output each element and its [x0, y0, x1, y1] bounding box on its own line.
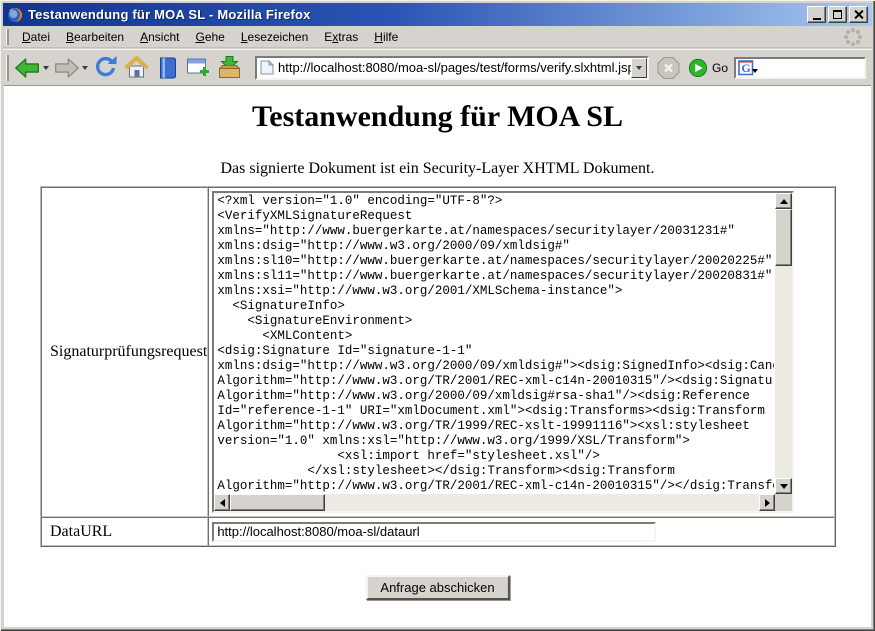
- minimize-icon: [813, 18, 821, 20]
- request-xml-content[interactable]: <?xml version="1.0" encoding="UTF-8"?> <…: [217, 194, 774, 493]
- arrow-left-icon: [220, 499, 225, 507]
- vertical-scroll-thumb[interactable]: [775, 209, 792, 266]
- table-row-dataurl: DataURL: [41, 517, 835, 546]
- go-button[interactable]: Go: [688, 58, 728, 78]
- dataurl-field-cell: [208, 517, 835, 546]
- downloads-button[interactable]: [216, 55, 243, 81]
- maximize-button[interactable]: [828, 6, 847, 23]
- scrollbar-corner: [775, 494, 792, 511]
- horizontal-scroll-thumb[interactable]: [230, 494, 325, 511]
- page-content: Testanwendung für MOA SL Das signierte D…: [4, 85, 871, 627]
- titlebar[interactable]: Testanwendung für MOA SL - Mozilla Firef…: [3, 3, 872, 26]
- go-label: Go: [712, 61, 728, 75]
- url-bar[interactable]: [255, 56, 649, 80]
- page-title: Testanwendung für MOA SL: [4, 100, 871, 134]
- google-icon: G: [738, 60, 754, 76]
- back-dropdown-icon[interactable]: [43, 66, 49, 70]
- menu-bar: Datei Bearbeiten Ansicht Gehe Lesezeiche…: [3, 26, 872, 48]
- reload-button[interactable]: [92, 55, 119, 81]
- stop-button[interactable]: [655, 55, 682, 81]
- page-subtitle: Das signierte Dokument ist ein Security-…: [4, 160, 871, 178]
- new-window-icon: [185, 55, 212, 81]
- chevron-down-icon: [636, 66, 642, 70]
- forward-dropdown-icon[interactable]: [82, 66, 88, 70]
- menu-ansicht[interactable]: Ansicht: [132, 27, 187, 47]
- scroll-right-button[interactable]: [759, 494, 775, 511]
- new-window-button[interactable]: [185, 55, 212, 81]
- horizontal-scrollbar[interactable]: [214, 494, 775, 511]
- back-button[interactable]: [14, 55, 49, 81]
- browser-window: Testanwendung für MOA SL - Mozilla Firef…: [0, 0, 875, 631]
- reload-icon: [92, 55, 119, 81]
- dataurl-label: DataURL: [41, 517, 208, 546]
- vertical-scrollbar[interactable]: [775, 193, 792, 494]
- throbber-icon: [842, 26, 864, 48]
- firefox-icon: [7, 7, 23, 23]
- svg-text:G: G: [741, 61, 750, 75]
- home-button[interactable]: [123, 55, 150, 81]
- minimize-button[interactable]: [807, 6, 826, 23]
- verify-form-table: Signaturprüfungsrequest <?xml version="1…: [40, 186, 836, 547]
- home-icon: [123, 55, 150, 81]
- window-title: Testanwendung für MOA SL - Mozilla Firef…: [28, 7, 801, 22]
- stop-icon: [655, 55, 682, 81]
- dataurl-input[interactable]: [212, 522, 656, 542]
- forward-icon: [53, 55, 80, 81]
- menu-extras[interactable]: Extras: [316, 27, 366, 47]
- table-row-request: Signaturprüfungsrequest <?xml version="1…: [41, 187, 835, 517]
- close-button[interactable]: [849, 6, 868, 23]
- request-xml-textarea[interactable]: <?xml version="1.0" encoding="UTF-8"?> <…: [212, 191, 794, 513]
- arrow-up-icon: [780, 199, 788, 204]
- search-box[interactable]: G: [734, 57, 866, 79]
- url-dropdown-button[interactable]: [631, 58, 647, 78]
- maximize-icon: [833, 10, 842, 19]
- menu-lesezeichen[interactable]: Lesezeichen: [233, 27, 316, 47]
- url-input[interactable]: [278, 59, 631, 77]
- toolbar-grippy[interactable]: [6, 29, 9, 45]
- go-icon: [688, 58, 708, 78]
- package-download-icon: [216, 55, 243, 81]
- menu-datei[interactable]: Datei: [14, 27, 58, 47]
- menu-bearbeiten[interactable]: Bearbeiten: [58, 27, 132, 47]
- page-favicon-icon: [260, 60, 274, 75]
- arrow-down-icon: [780, 484, 788, 489]
- scroll-down-button[interactable]: [775, 478, 792, 494]
- navigation-toolbar: Go G: [3, 49, 872, 85]
- request-field-cell: <?xml version="1.0" encoding="UTF-8"?> <…: [208, 187, 835, 517]
- search-input[interactable]: [758, 61, 875, 75]
- submit-request-button[interactable]: Anfrage abschicken: [365, 575, 509, 600]
- back-icon: [14, 55, 41, 81]
- close-icon: [854, 10, 863, 19]
- bookmarks-button[interactable]: [154, 55, 181, 81]
- forward-button[interactable]: [53, 55, 88, 81]
- menu-gehe[interactable]: Gehe: [187, 27, 232, 47]
- request-label: Signaturprüfungsrequest: [41, 187, 208, 517]
- menu-hilfe[interactable]: Hilfe: [366, 27, 406, 47]
- bookmarks-icon: [154, 55, 181, 81]
- toolbar-grippy[interactable]: [6, 55, 9, 81]
- arrow-right-icon: [765, 499, 770, 507]
- scroll-left-button[interactable]: [214, 494, 230, 511]
- scroll-up-button[interactable]: [775, 193, 792, 209]
